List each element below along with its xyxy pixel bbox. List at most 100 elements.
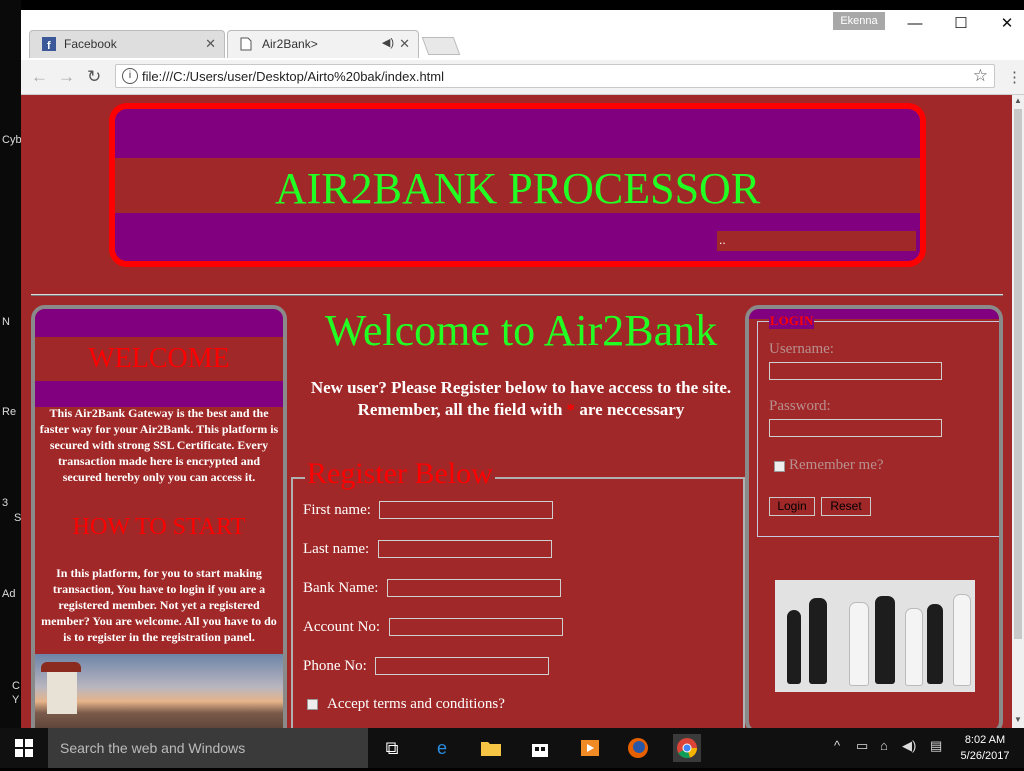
page-scrollbar[interactable]: ▲ ▼ <box>1012 95 1024 728</box>
how-to-start-text: In this platform, for you to start makin… <box>41 566 277 644</box>
svg-text:f: f <box>47 40 51 51</box>
firefox-icon[interactable] <box>624 734 652 762</box>
tab-facebook[interactable]: f Facebook ✕ <box>29 30 225 58</box>
minimize-button[interactable]: — <box>895 14 935 34</box>
speaker-icon[interactable]: ◀) <box>382 36 394 49</box>
phone-no-input[interactable] <box>375 657 549 675</box>
password-input[interactable] <box>769 419 942 437</box>
dancer-figure <box>849 602 869 686</box>
volume-icon[interactable]: ◀) <box>902 738 916 754</box>
close-tab-icon[interactable]: ✕ <box>205 36 216 52</box>
password-label: Password: <box>769 398 831 414</box>
close-tab-icon[interactable]: ✕ <box>399 36 410 52</box>
tab-air2bank[interactable]: Air2Bank> ◀) ✕ <box>227 30 419 58</box>
how-to-start-heading: HOW TO START <box>72 514 246 540</box>
tab-label: Facebook <box>64 37 117 51</box>
account-no-input[interactable] <box>389 618 563 636</box>
facebook-icon: f <box>42 37 56 52</box>
taskbar-clock[interactable]: 8:02 AM 5/26/2017 <box>952 732 1018 764</box>
desktop-icon-label[interactable]: 3 <box>2 497 8 509</box>
sidebar-band <box>35 309 283 337</box>
dancer-figure <box>927 604 943 684</box>
username-label: Username: <box>769 341 834 357</box>
battery-icon[interactable]: ▭ <box>856 738 868 754</box>
dancers-image <box>775 580 975 692</box>
file-explorer-icon[interactable] <box>477 734 505 762</box>
store-icon[interactable] <box>526 734 554 762</box>
media-player-icon[interactable] <box>576 734 604 762</box>
first-name-label: First name: <box>303 502 371 518</box>
dancer-figure <box>809 598 827 684</box>
first-name-input[interactable] <box>379 501 553 519</box>
clock-time: 8:02 AM <box>964 734 1006 746</box>
sidebar-band <box>35 381 283 407</box>
register-intro: New user? Please Register below to have … <box>297 377 745 421</box>
menu-icon[interactable]: ⋮ <box>1007 68 1022 86</box>
info-sidebar: WELCOME This Air2Bank Gateway is the bes… <box>31 305 287 728</box>
dancer-figure <box>875 596 895 684</box>
desktop-icon-label[interactable]: N <box>2 316 10 328</box>
taskbar-search[interactable]: Search the web and Windows <box>48 728 368 768</box>
desktop-icon-label[interactable]: Cyb <box>2 134 21 146</box>
title-bar: f Facebook ✕ Air2Bank> ◀) ✕ Ekenna — ☐ ✕ <box>21 10 1024 60</box>
forward-icon[interactable]: → <box>58 67 75 87</box>
lighthouse-roof <box>41 662 81 672</box>
scrollbar-thumb[interactable] <box>1014 109 1022 639</box>
info-icon[interactable]: i <box>122 68 138 84</box>
desktop-icon-label[interactable]: Y <box>12 694 19 706</box>
bookmark-star-icon[interactable]: ☆ <box>973 66 988 86</box>
chrome-icon[interactable] <box>673 734 701 762</box>
dancer-figure <box>905 608 923 686</box>
scroll-up-icon[interactable]: ▲ <box>1012 96 1024 105</box>
lighthouse-image <box>35 654 283 728</box>
terms-checkbox[interactable] <box>307 699 318 710</box>
edge-browser-icon[interactable]: e <box>428 734 456 762</box>
desktop-icon-label[interactable]: Re <box>2 406 16 418</box>
username-input[interactable] <box>769 362 942 380</box>
last-name-input[interactable] <box>378 540 552 558</box>
address-bar[interactable]: i file:///C:/Users/user/Desktop/Airto%20… <box>115 64 995 88</box>
account-no-label: Account No: <box>303 619 381 635</box>
new-tab-button[interactable] <box>421 37 461 55</box>
required-marker: * <box>566 400 576 419</box>
action-center-icon[interactable]: ▤ <box>930 738 942 754</box>
desktop-background: Cyb N Re 3 S Ad C Y <box>0 0 21 728</box>
bank-name-input[interactable] <box>387 579 561 597</box>
last-name-label: Last name: <box>303 541 370 557</box>
terms-label: Accept terms and conditions? <box>327 696 505 712</box>
profile-badge[interactable]: Ekenna <box>833 12 885 30</box>
back-icon[interactable]: ← <box>31 67 48 87</box>
remember-me-checkbox[interactable] <box>774 461 785 472</box>
header-marquee: .. <box>717 231 916 251</box>
reset-button[interactable]: Reset <box>821 497 871 516</box>
welcome-heading: WELCOME <box>35 337 283 381</box>
scroll-down-icon[interactable]: ▼ <box>1012 715 1024 724</box>
divider <box>31 294 1003 296</box>
browser-toolbar: ← → ↻ i file:///C:/Users/user/Desktop/Ai… <box>21 60 1024 95</box>
phone-no-label: Phone No: <box>303 658 367 674</box>
site-header: AIR2BANK PROCESSOR .. <box>109 103 926 267</box>
maximize-button[interactable]: ☐ <box>941 14 981 34</box>
close-window-button[interactable]: ✕ <box>987 14 1024 34</box>
welcome-title: Welcome to Air2Bank <box>324 306 718 355</box>
browser-window: f Facebook ✕ Air2Bank> ◀) ✕ Ekenna — ☐ ✕… <box>21 10 1024 728</box>
url-text[interactable]: file:///C:/Users/user/Desktop/Airto%20ba… <box>142 69 444 84</box>
welcome-text: This Air2Bank Gateway is the best and th… <box>39 406 279 484</box>
reload-icon[interactable]: ↻ <box>87 67 101 87</box>
chevron-up-icon[interactable]: ^ <box>834 738 840 753</box>
dancer-figure <box>953 594 971 686</box>
windows-taskbar: Search the web and Windows ⧉ e ^ ▭ ⌂ ◀) … <box>0 728 1024 768</box>
desktop-icon-label[interactable]: S <box>14 512 21 524</box>
bank-name-label: Bank Name: <box>303 580 379 596</box>
task-view-icon[interactable]: ⧉ <box>378 734 406 762</box>
desktop-icon-label[interactable]: C <box>12 680 20 692</box>
intro-text: are neccessary <box>579 400 685 419</box>
desktop-icon-label[interactable]: Ad <box>2 588 15 600</box>
login-button[interactable]: Login <box>769 497 815 516</box>
remember-me-label: Remember me? <box>789 457 884 473</box>
tab-label: Air2Bank> <box>262 37 318 51</box>
site-title: AIR2BANK PROCESSOR <box>274 164 761 213</box>
network-icon[interactable]: ⌂ <box>880 738 888 753</box>
windows-start-icon[interactable] <box>0 728 48 768</box>
clock-date: 5/26/2017 <box>960 750 1010 762</box>
